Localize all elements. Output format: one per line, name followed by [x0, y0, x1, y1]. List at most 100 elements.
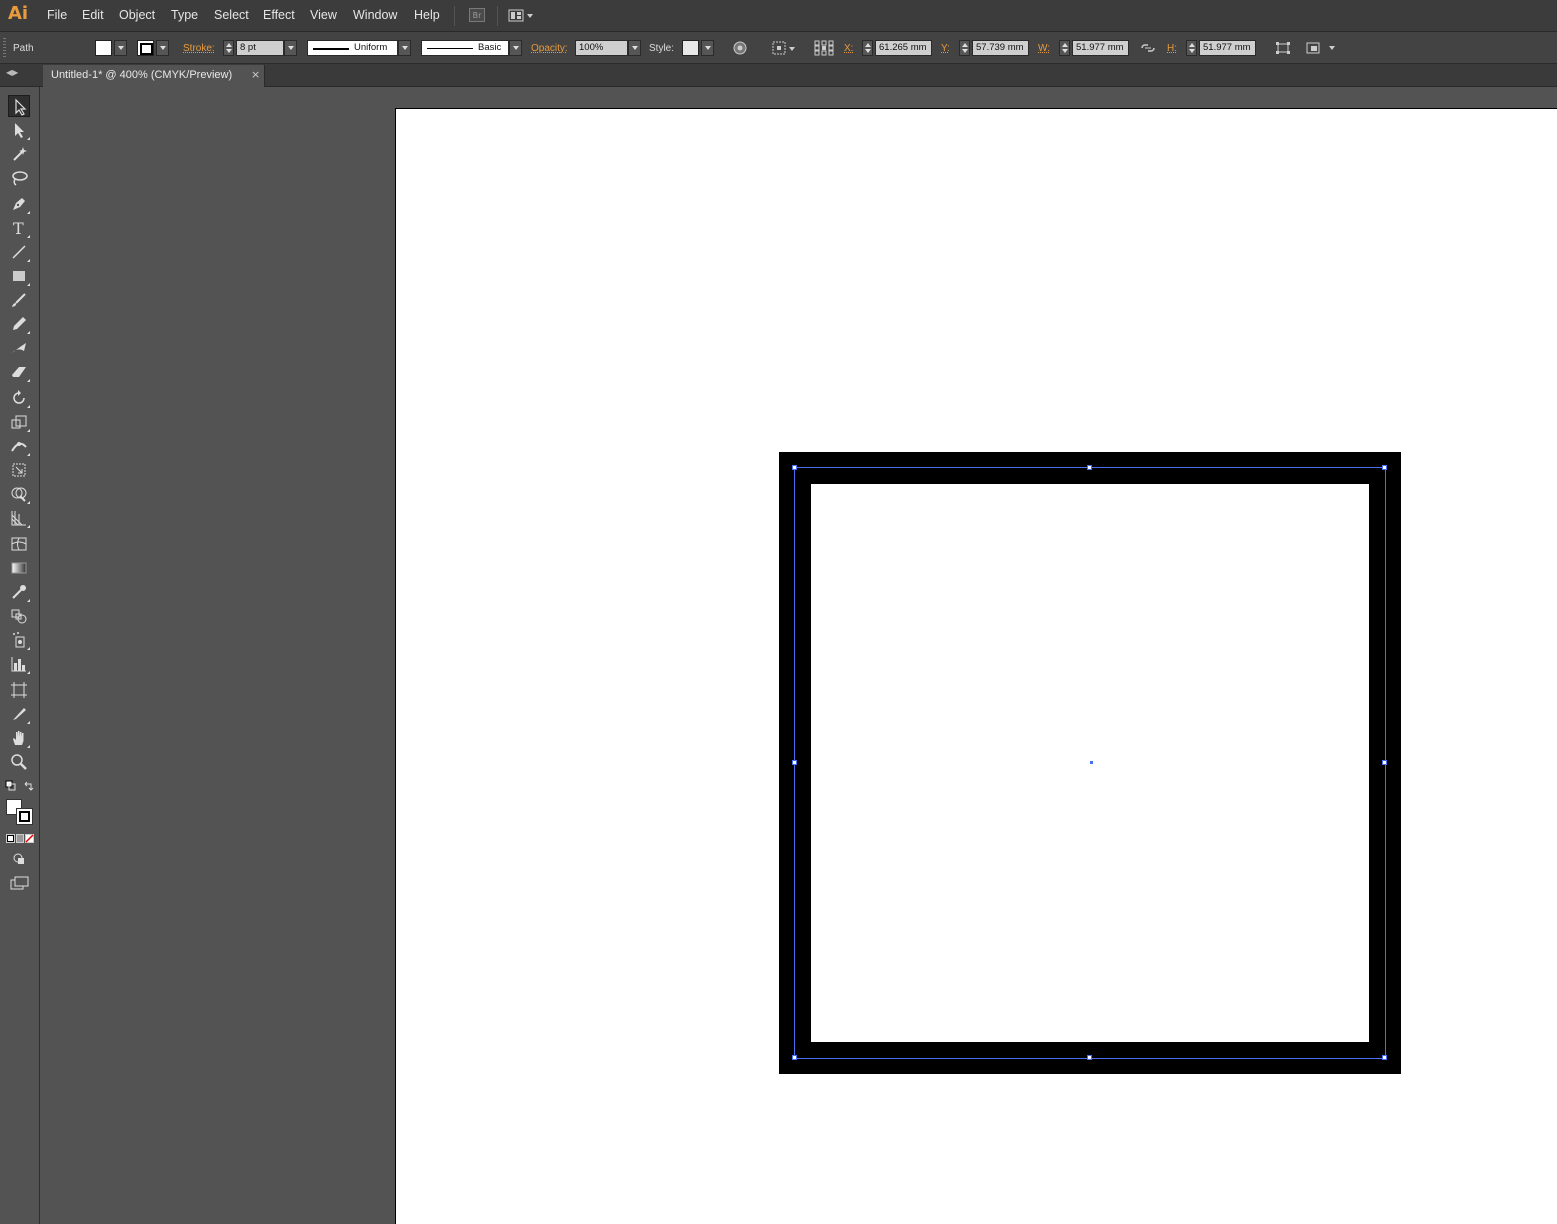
default-fill-stroke-button[interactable]	[5, 780, 17, 792]
stroke-color-dropdown[interactable]	[156, 40, 169, 56]
column-graph-tool[interactable]	[8, 653, 30, 675]
type-tool[interactable]: T	[8, 217, 30, 239]
paintbrush-tool[interactable]	[8, 289, 30, 311]
y-stepper[interactable]	[959, 40, 970, 56]
direct-selection-tool[interactable]	[8, 119, 30, 141]
menu-view[interactable]: View	[310, 8, 337, 22]
default-colors-icon	[5, 780, 16, 791]
handle-top-left[interactable]	[792, 465, 797, 470]
menu-edit[interactable]: Edit	[82, 8, 104, 22]
handle-middle-left[interactable]	[792, 760, 797, 765]
variable-width-profile[interactable]: Uniform	[307, 40, 398, 56]
graphic-style-dropdown[interactable]	[701, 40, 714, 56]
opacity-field[interactable]: 100%	[575, 40, 628, 56]
scale-tool[interactable]	[8, 411, 30, 433]
stroke-weight-field[interactable]: 8 pt	[236, 40, 284, 56]
canvas-area[interactable]	[41, 88, 1557, 1224]
artboard-tool[interactable]	[8, 679, 30, 701]
pen-tool[interactable]	[8, 193, 30, 215]
h-label[interactable]: H:	[1167, 43, 1177, 54]
close-tab-icon[interactable]: ×	[251, 68, 260, 81]
zoom-tool[interactable]	[8, 751, 30, 773]
perspective-grid-tool[interactable]	[8, 507, 30, 529]
brush-dropdown[interactable]	[509, 40, 522, 56]
rotate-tool[interactable]	[8, 387, 30, 409]
w-label[interactable]: W:	[1038, 43, 1050, 54]
stroke-weight-stepper[interactable]	[223, 40, 234, 56]
lasso-tool[interactable]	[8, 167, 30, 189]
handle-bottom-left[interactable]	[792, 1055, 797, 1060]
eyedropper-tool[interactable]	[8, 581, 30, 603]
blob-brush-tool[interactable]	[8, 337, 30, 359]
eraser-tool[interactable]	[8, 361, 30, 383]
app-logo: Ai	[8, 3, 29, 24]
control-bar-grip[interactable]	[3, 38, 6, 58]
menu-object[interactable]: Object	[119, 8, 155, 22]
menu-effect[interactable]: Effect	[263, 8, 295, 22]
recolor-artwork-button[interactable]	[731, 40, 749, 56]
stroke-label[interactable]: Stroke:	[183, 43, 215, 54]
profile-dropdown[interactable]	[398, 40, 411, 56]
color-mode-buttons[interactable]	[6, 834, 34, 844]
h-stepper[interactable]	[1186, 40, 1197, 56]
hand-tool[interactable]	[8, 727, 30, 749]
brush-definition[interactable]: Basic	[421, 40, 509, 56]
handle-top-right[interactable]	[1382, 465, 1387, 470]
width-tool[interactable]	[8, 435, 30, 457]
graphic-style-swatch[interactable]	[682, 40, 699, 56]
stroke-swatch[interactable]	[137, 40, 154, 56]
blend-tool[interactable]	[8, 605, 30, 627]
y-label[interactable]: Y:	[941, 43, 950, 54]
swap-fill-stroke-button[interactable]	[23, 780, 35, 792]
isolate-selected-button[interactable]	[1305, 40, 1339, 56]
menu-type[interactable]: Type	[171, 8, 198, 22]
menu-file[interactable]: File	[47, 8, 67, 22]
w-stepper[interactable]	[1059, 40, 1070, 56]
fill-dropdown[interactable]	[114, 40, 127, 56]
mesh-tool[interactable]	[8, 533, 30, 555]
handle-middle-right[interactable]	[1382, 760, 1387, 765]
x-label[interactable]: X:	[844, 43, 853, 54]
gradient-tool[interactable]	[8, 557, 30, 579]
collapse-panel-icon[interactable]: ◀▶	[6, 68, 18, 77]
drawing-mode-button[interactable]	[11, 853, 29, 865]
stroke-color-box[interactable]	[16, 808, 33, 825]
document-tab[interactable]: Untitled-1* @ 400% (CMYK/Preview) ×	[43, 65, 265, 87]
rectangle-tool[interactable]	[8, 265, 30, 287]
magic-wand-tool[interactable]	[8, 143, 30, 165]
align-to-button[interactable]	[771, 40, 799, 56]
y-field[interactable]: 57.739 mm	[972, 40, 1029, 56]
transform-button[interactable]	[1274, 40, 1292, 56]
gradient-tool-icon	[11, 562, 27, 574]
shape-builder-tool[interactable]	[8, 483, 30, 505]
artboard[interactable]	[395, 108, 1557, 1224]
draw-inside-icon	[13, 853, 24, 864]
reference-point-button[interactable]	[814, 40, 834, 56]
constrain-proportions-button[interactable]	[1139, 40, 1157, 56]
x-field[interactable]: 61.265 mm	[875, 40, 932, 56]
bridge-button[interactable]: Br	[469, 8, 485, 22]
selection-tool[interactable]	[8, 95, 30, 117]
fill-swatch[interactable]	[95, 40, 112, 56]
menu-window[interactable]: Window	[353, 8, 397, 22]
h-field[interactable]: 51.977 mm	[1199, 40, 1256, 56]
handle-bottom-right[interactable]	[1382, 1055, 1387, 1060]
screen-mode-button[interactable]	[10, 876, 30, 890]
free-transform-tool[interactable]	[8, 459, 30, 481]
opacity-label[interactable]: Opacity:	[531, 43, 568, 54]
menu-help[interactable]: Help	[414, 8, 440, 22]
x-stepper[interactable]	[862, 40, 873, 56]
slice-tool[interactable]	[8, 703, 30, 725]
arrange-documents-icon	[508, 9, 533, 22]
pencil-tool[interactable]	[8, 313, 30, 335]
handle-top-center[interactable]	[1087, 465, 1092, 470]
symbol-sprayer-tool[interactable]	[8, 629, 30, 651]
opacity-dropdown[interactable]	[628, 40, 641, 56]
menu-select[interactable]: Select	[214, 8, 249, 22]
arrange-documents-button[interactable]	[508, 8, 538, 24]
w-field[interactable]: 51.977 mm	[1072, 40, 1129, 56]
stroke-weight-dropdown[interactable]	[284, 40, 297, 56]
line-segment-tool[interactable]	[8, 241, 30, 263]
handle-bottom-center[interactable]	[1087, 1055, 1092, 1060]
scale-tool-icon	[11, 415, 27, 429]
